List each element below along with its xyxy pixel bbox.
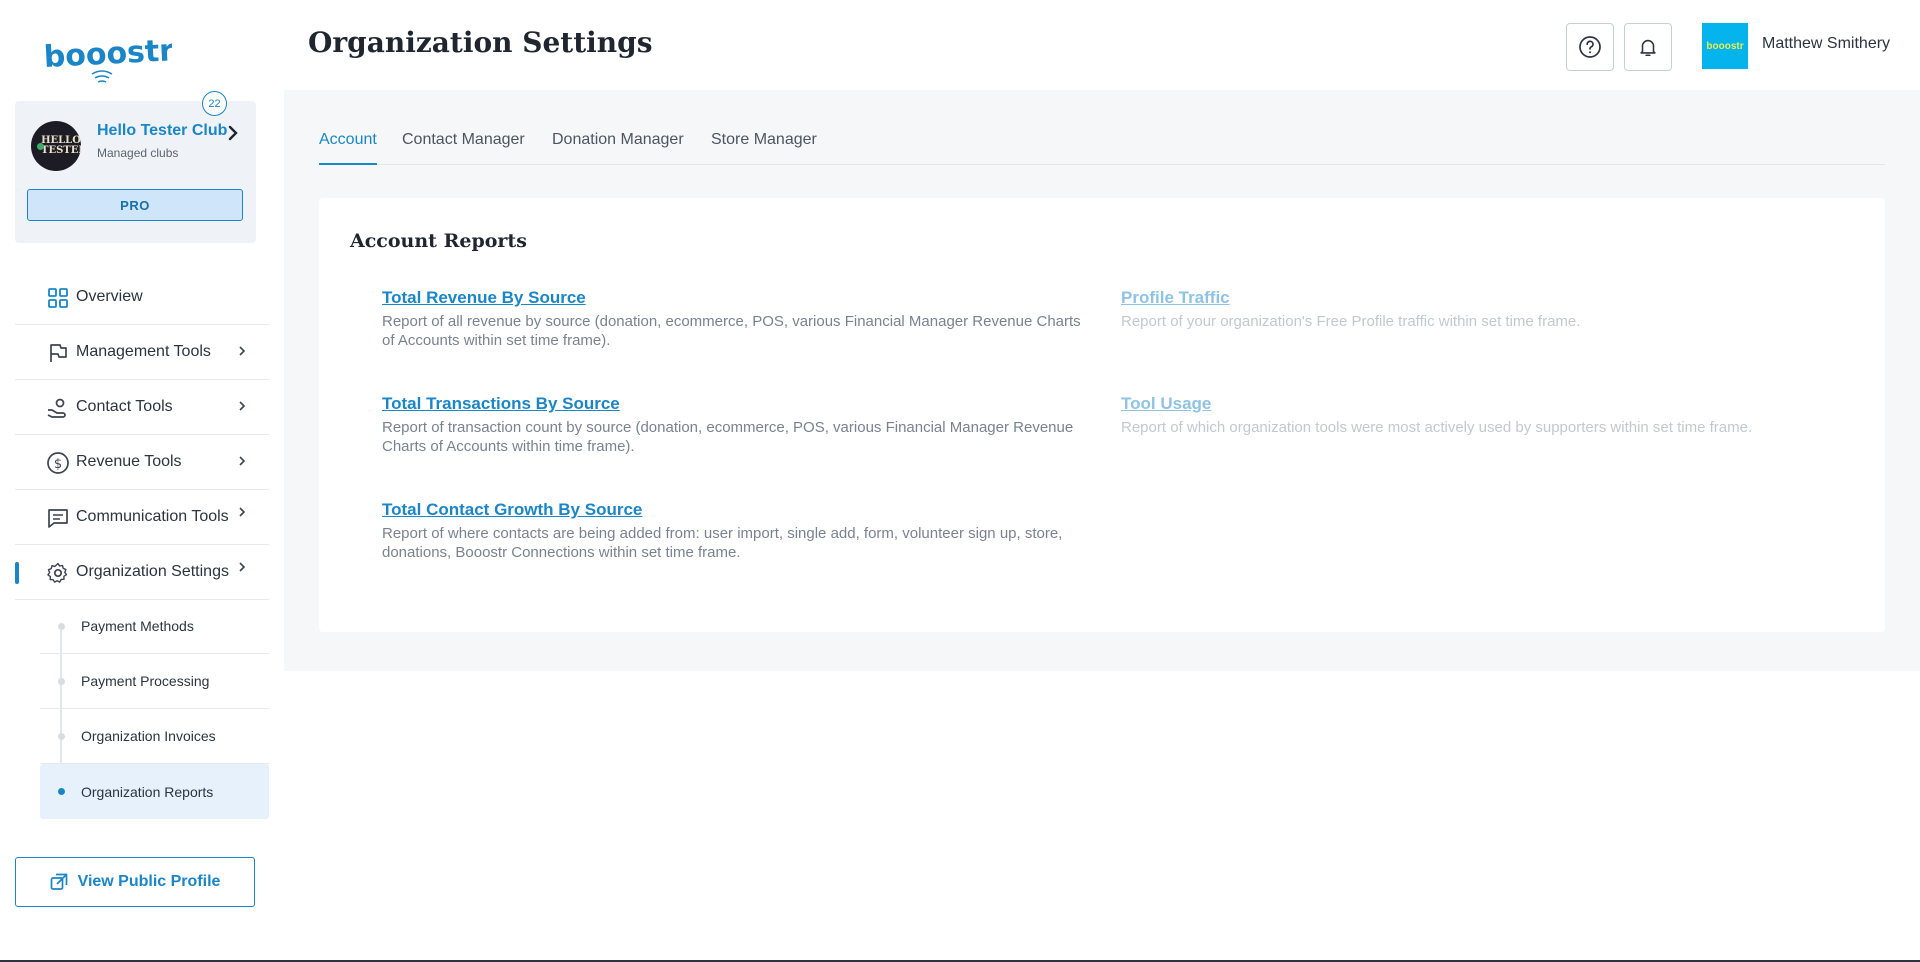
logo-wordmark: booostr <box>43 34 172 75</box>
report-tool-usage: Tool Usage Report of which organization … <box>1121 394 1821 437</box>
app: booostr HELLO TESTER Hello Tester Club M… <box>0 0 1920 962</box>
tab-contact-manager[interactable]: Contact Manager <box>402 120 525 165</box>
report-description: Report of your organization's Free Profi… <box>1121 313 1581 330</box>
report-total-revenue: Total Revenue By Source Report of all re… <box>382 288 1082 350</box>
account-reports-card: Account Reports Total Revenue By Source … <box>319 198 1885 632</box>
chevron-right-icon <box>239 401 246 411</box>
sidebar-nav: Overview Management Tools Contact Tools <box>15 270 269 600</box>
sidebar-item-revenue-tools[interactable]: $ Revenue Tools <box>15 435 269 490</box>
report-total-transactions: Total Transactions By Source Report of t… <box>382 394 1082 456</box>
club-subtitle: Managed clubs <box>97 146 179 160</box>
sidebar: booostr HELLO TESTER Hello Tester Club M… <box>0 0 284 962</box>
club-name[interactable]: Hello Tester Club <box>97 122 227 140</box>
sidebar-item-contact-tools[interactable]: Contact Tools <box>15 380 269 435</box>
subnav-item-organization-reports[interactable]: Organization Reports <box>40 764 269 819</box>
sidebar-item-organization-settings[interactable]: Organization Settings <box>15 545 269 600</box>
club-card: HELLO TESTER Hello Tester Club Managed c… <box>15 91 256 243</box>
report-description: Report of transaction count by source (d… <box>382 419 1074 455</box>
sidebar-item-label: Organization Settings <box>76 563 229 580</box>
bullet-icon <box>58 678 65 685</box>
sidebar-item-management-tools[interactable]: Management Tools <box>15 325 269 380</box>
report-link[interactable]: Total Contact Growth By Source <box>382 500 642 520</box>
bullet-icon <box>58 788 65 795</box>
sidebar-item-label: Revenue Tools <box>76 453 182 470</box>
report-link[interactable]: Profile Traffic <box>1121 288 1230 308</box>
dollar-circle-icon: $ <box>47 452 69 474</box>
chevron-right-icon <box>239 346 246 356</box>
tab-donation-manager[interactable]: Donation Manager <box>552 120 684 165</box>
pro-plan-button[interactable]: PRO <box>27 189 243 221</box>
view-public-profile-button[interactable]: View Public Profile <box>15 857 255 907</box>
page-title: Organization Settings <box>308 26 653 59</box>
settings-tabs: Account Contact Manager Donation Manager… <box>319 120 1885 165</box>
svg-text:$: $ <box>54 457 62 472</box>
bullet-icon <box>58 623 65 630</box>
chevron-right-icon <box>239 562 246 572</box>
external-profile-icon <box>50 873 67 890</box>
organization-settings-subnav: Payment Methods Payment Processing Organ… <box>40 599 269 819</box>
chevron-right-icon <box>239 507 246 517</box>
subnav-item-organization-invoices[interactable]: Organization Invoices <box>40 709 269 764</box>
report-profile-traffic: Profile Traffic Report of your organizat… <box>1121 288 1821 331</box>
help-circle-icon <box>1579 36 1601 58</box>
chevron-right-icon <box>239 456 246 466</box>
message-icon <box>48 509 68 528</box>
sidebar-item-overview[interactable]: Overview <box>15 270 269 325</box>
main-content: Account Contact Manager Donation Manager… <box>284 90 1920 671</box>
chevron-right-icon[interactable] <box>226 125 240 141</box>
report-description: Report of which organization tools were … <box>1121 419 1753 436</box>
bell-icon <box>1640 39 1656 57</box>
notification-count-badge[interactable]: 22 <box>202 91 227 116</box>
user-name[interactable]: Matthew Smithery <box>1762 35 1890 53</box>
booostr-logo[interactable]: booostr <box>42 33 175 84</box>
section-title: Account Reports <box>350 230 527 252</box>
grid-icon <box>48 288 68 308</box>
user-avatar-text: booostr <box>1706 40 1744 52</box>
club-avatar: HELLO TESTER <box>31 121 81 171</box>
tab-account[interactable]: Account <box>319 120 377 165</box>
gear-icon <box>47 562 68 583</box>
subnav-item-label: Organization Invoices <box>81 728 216 744</box>
view-public-profile-label: View Public Profile <box>77 873 221 890</box>
hand-person-icon <box>47 398 66 418</box>
report-link[interactable]: Total Revenue By Source <box>382 288 586 308</box>
subnav-item-label: Organization Reports <box>81 783 214 800</box>
sidebar-item-label: Contact Tools <box>76 398 173 415</box>
bullet-icon <box>58 733 65 740</box>
sidebar-item-label: Communication Tools <box>76 508 229 525</box>
report-total-contact-growth: Total Contact Growth By Source Report of… <box>382 500 1082 562</box>
report-description: Report of where contacts are being added… <box>382 525 1063 561</box>
subnav-item-payment-methods[interactable]: Payment Methods <box>40 599 269 654</box>
subnav-item-label: Payment Processing <box>81 673 210 689</box>
notifications-button[interactable] <box>1624 23 1672 71</box>
user-avatar[interactable]: booostr <box>1702 23 1748 69</box>
report-link[interactable]: Tool Usage <box>1121 394 1211 414</box>
report-link[interactable]: Total Transactions By Source <box>382 394 620 414</box>
sidebar-item-communication-tools[interactable]: Communication Tools <box>15 490 269 545</box>
flag-icon <box>50 344 67 362</box>
help-button[interactable] <box>1566 23 1614 71</box>
subnav-item-label: Payment Methods <box>81 618 194 634</box>
tab-store-manager[interactable]: Store Manager <box>711 120 817 165</box>
report-description: Report of all revenue by source (donatio… <box>382 313 1081 349</box>
club-avatar-text: HELLO TESTER <box>41 135 81 156</box>
sidebar-item-label: Overview <box>76 288 143 305</box>
top-header: Organization Settings booostr Matthew Sm… <box>284 0 1920 90</box>
subnav-item-payment-processing[interactable]: Payment Processing <box>40 654 269 709</box>
sidebar-item-label: Management Tools <box>76 343 211 360</box>
